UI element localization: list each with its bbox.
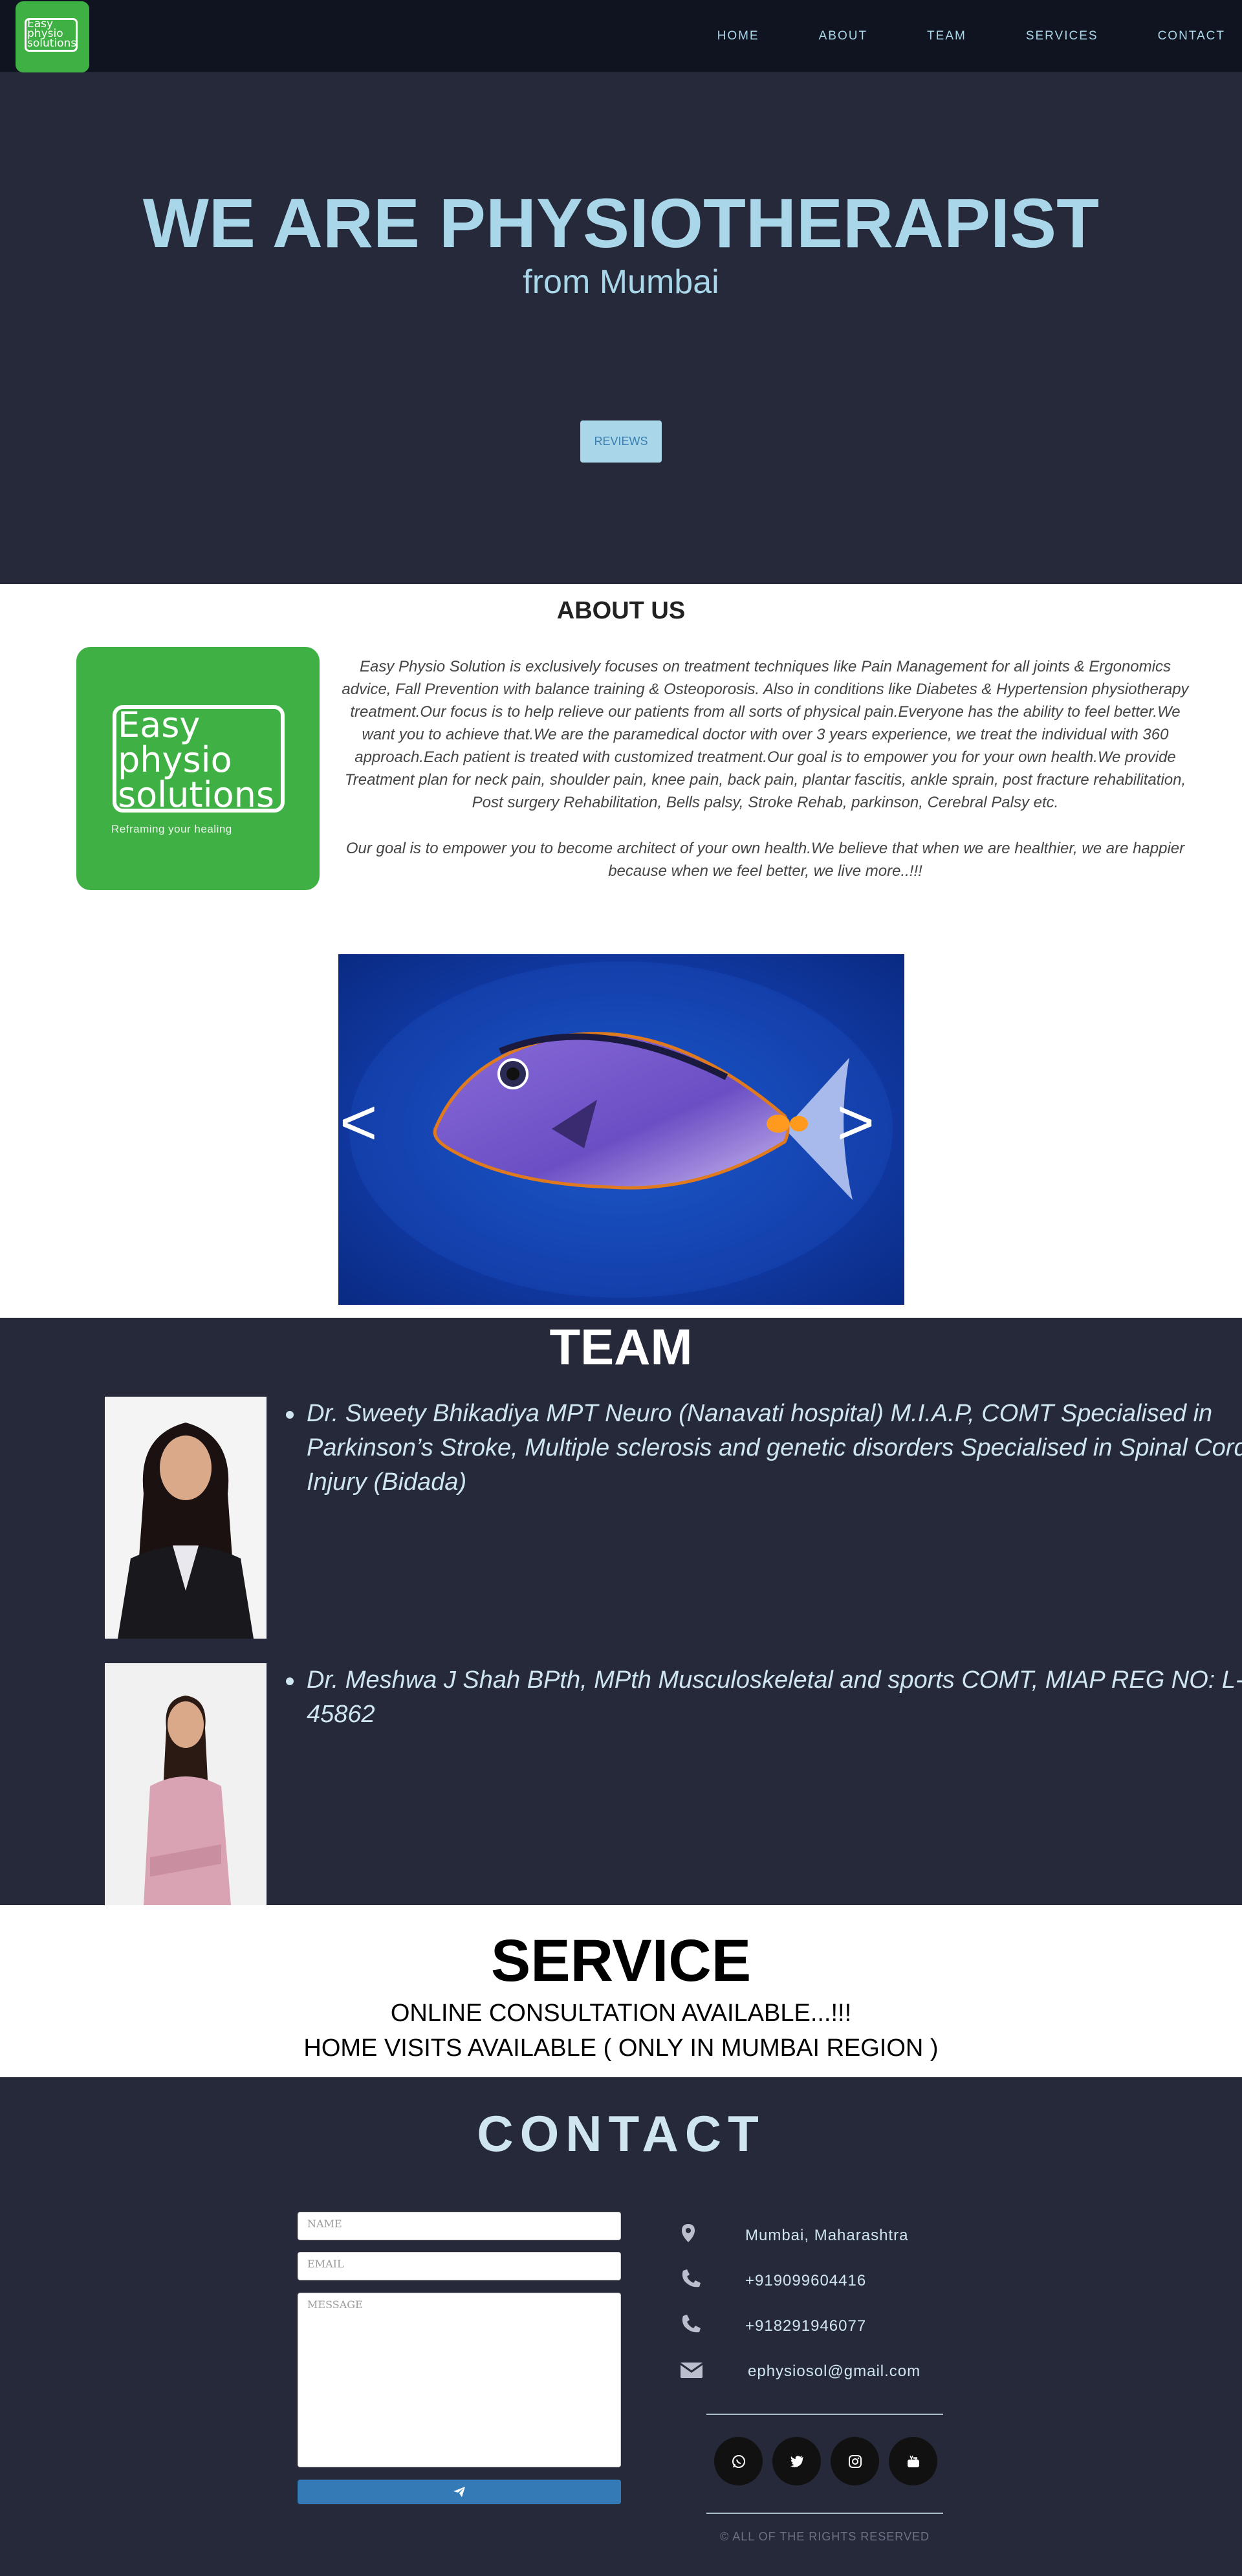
contact-section: CONTACT NAME EMAIL MESSAGE Mumbai, Mahar… bbox=[0, 2077, 1242, 2576]
name-field[interactable]: NAME bbox=[298, 2212, 621, 2240]
contact-phone-row-1: +919099604416 bbox=[679, 2267, 1003, 2293]
about-logo: Easy physio solutions Reframing your hea… bbox=[76, 647, 320, 890]
nav-item-contact[interactable]: CONTACT bbox=[1158, 29, 1225, 43]
reviews-button[interactable]: REVIEWS bbox=[580, 420, 662, 463]
whatsapp-icon bbox=[732, 2454, 745, 2468]
bullet-dot bbox=[286, 1677, 294, 1685]
phone-icon bbox=[682, 2269, 701, 2287]
phone-number-1[interactable]: +919099604416 bbox=[745, 2272, 866, 2290]
contact-location-row: Mumbai, Maharashtra bbox=[679, 2221, 1003, 2247]
contact-phone-row-2: +918291946077 bbox=[679, 2312, 1003, 2338]
member-bio-text: Dr. Meshwa J Shah BPth, MPth Musculoskel… bbox=[307, 1666, 1242, 1728]
fish-image bbox=[349, 961, 893, 1298]
email-field[interactable]: EMAIL bbox=[298, 2252, 621, 2280]
logo-word-3: solutions bbox=[27, 37, 77, 50]
whatsapp-button[interactable] bbox=[714, 2437, 763, 2485]
email-text[interactable]: ephysiosol@gmail.com bbox=[748, 2363, 921, 2381]
about-logo-tagline: Reframing your healing bbox=[111, 823, 232, 835]
carousel-prev-arrow[interactable]: < bbox=[340, 1090, 377, 1155]
youtube-icon bbox=[907, 2455, 919, 2467]
nav-item-about[interactable]: ABOUT bbox=[819, 29, 867, 43]
member-photo-illustration bbox=[105, 1663, 267, 1905]
service-title: SERVICE bbox=[490, 1928, 752, 1994]
about-logo-word-2: physio bbox=[118, 739, 232, 780]
nav-menu: HOME ABOUT TEAM SERVICES CONTACT bbox=[688, 0, 1242, 72]
member-photo-illustration bbox=[105, 1397, 267, 1639]
nav-item-team[interactable]: TEAM bbox=[927, 29, 966, 43]
member-photo bbox=[105, 1397, 267, 1639]
map-marker-icon bbox=[682, 2224, 695, 2242]
bullet-dot bbox=[286, 1411, 294, 1419]
copyright-text: © ALL OF THE RIGHTS RESERVED bbox=[719, 2530, 930, 2543]
member-description: Dr. Sweety Bhikadiya MPT Neuro (Nanavati… bbox=[286, 1397, 1242, 1500]
contact-email-row: ephysiosol@gmail.com bbox=[679, 2357, 1003, 2383]
about-section: ABOUT US Easy physio solutions Reframing… bbox=[0, 584, 1242, 1318]
phone-icon bbox=[682, 2315, 701, 2333]
member-photo bbox=[105, 1663, 267, 1905]
twitter-button[interactable] bbox=[772, 2437, 821, 2485]
nav-logo[interactable]: Easy physio solutions bbox=[16, 1, 89, 72]
nav-item-services[interactable]: SERVICES bbox=[1026, 29, 1098, 43]
service-line-home-visits: HOME VISITS AVAILABLE ( ONLY IN MUMBAI R… bbox=[303, 2035, 939, 2062]
top-navbar: Easy physio solutions HOME ABOUT TEAM SE… bbox=[0, 0, 1242, 72]
member-description: Dr. Meshwa J Shah BPth, MPth Musculoskel… bbox=[286, 1663, 1242, 1732]
about-text: Easy Physio Solution is exclusively focu… bbox=[336, 655, 1194, 882]
location-text: Mumbai, Maharashtra bbox=[745, 2227, 909, 2244]
about-logo-word-1: Easy bbox=[118, 704, 201, 745]
service-section: SERVICE ONLINE CONSULTATION AVAILABLE...… bbox=[0, 1905, 1242, 2077]
send-button[interactable] bbox=[298, 2480, 621, 2504]
divider-line bbox=[706, 2414, 943, 2415]
member-bio-text: Dr. Sweety Bhikadiya MPT Neuro (Nanavati… bbox=[307, 1400, 1242, 1496]
phone-number-2[interactable]: +918291946077 bbox=[745, 2317, 866, 2335]
service-line-online: ONLINE CONSULTATION AVAILABLE...!!! bbox=[390, 2000, 852, 2027]
hero-title: WE ARE PHYSIOTHERAPIST bbox=[142, 184, 1100, 262]
about-paragraph-2: Our goal is to empower you to become arc… bbox=[345, 840, 1185, 880]
instagram-icon bbox=[848, 2454, 862, 2468]
image-carousel: < > bbox=[338, 954, 904, 1305]
logo-text: Easy physio solutions bbox=[27, 19, 76, 49]
team-section: TEAM Dr. Sweety Bhikadiya MPT Neuro (Nan… bbox=[0, 1318, 1242, 1905]
about-logo-word-3: solutions bbox=[118, 774, 274, 815]
team-title: TEAM bbox=[549, 1318, 693, 1375]
message-textarea[interactable]: MESSAGE bbox=[298, 2293, 621, 2467]
about-paragraph-1: Easy Physio Solution is exclusively focu… bbox=[342, 658, 1189, 811]
envelope-icon bbox=[680, 2363, 703, 2378]
about-title: ABOUT US bbox=[556, 597, 686, 624]
nav-item-home[interactable]: HOME bbox=[717, 29, 759, 43]
instagram-button[interactable] bbox=[831, 2437, 879, 2485]
twitter-icon bbox=[790, 2455, 803, 2467]
hero-subtitle: from Mumbai bbox=[523, 263, 719, 301]
contact-title: CONTACT bbox=[477, 2105, 765, 2162]
paper-plane-icon bbox=[453, 2487, 465, 2497]
hero-section: WE ARE PHYSIOTHERAPIST from Mumbai REVIE… bbox=[0, 72, 1242, 584]
divider-line bbox=[706, 2513, 943, 2514]
youtube-button[interactable] bbox=[889, 2437, 937, 2485]
about-logo-text: Easy physio solutions bbox=[118, 708, 274, 813]
carousel-next-arrow[interactable]: > bbox=[837, 1090, 875, 1155]
